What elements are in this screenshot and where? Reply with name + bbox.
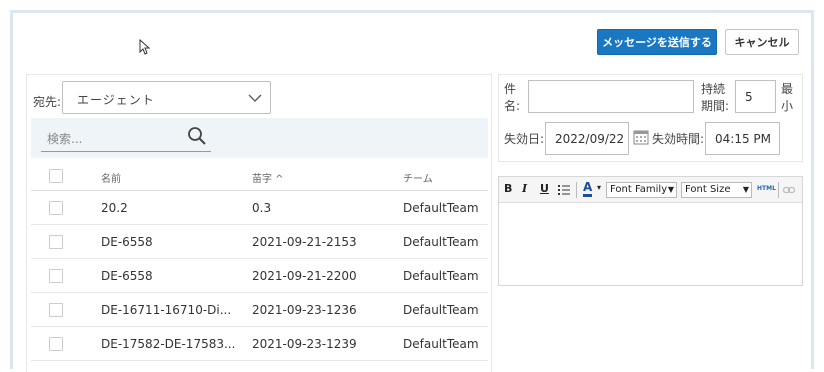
row-checkbox[interactable]: [49, 201, 63, 215]
table-row[interactable]: DE-6558 2021-09-21-2200 DefaultTeam: [31, 259, 488, 293]
column-header-name[interactable]: 名前: [101, 170, 121, 185]
list-icon[interactable]: [558, 184, 570, 196]
expiry-time-value: 04:15 PM: [715, 132, 771, 146]
table-row[interactable]: 20.2 0.3 DefaultTeam: [31, 191, 488, 225]
minutes-label-line2: 小: [781, 99, 794, 113]
cell-team: DefaultTeam: [403, 303, 479, 317]
cell-surname: 2021-09-23-1236: [252, 303, 357, 317]
calendar-icon[interactable]: [633, 129, 649, 145]
expiry-time-label: 失効時間:: [652, 132, 705, 146]
search-icon[interactable]: [187, 126, 207, 146]
cell-surname: 2021-09-23-1239: [252, 337, 357, 351]
cancel-button[interactable]: キャンセル: [725, 29, 799, 55]
send-message-button[interactable]: メッセージを送信する: [597, 29, 717, 55]
recipient-select-value: エージェント: [77, 93, 155, 107]
message-settings-panel: 件 名: 持続 期間: 5 最 小 失効日: 2022/09/22 失効時間: …: [498, 74, 803, 162]
cell-surname: 2021-09-21-2153: [252, 235, 357, 249]
cell-team: DefaultTeam: [403, 201, 479, 215]
font-size-select[interactable]: Font Size ▼: [681, 182, 752, 198]
table-header: 名前 苗字 ^ チーム: [31, 161, 488, 191]
font-family-value: Font Family: [610, 184, 668, 195]
column-header-surname[interactable]: 苗字 ^: [252, 170, 284, 185]
cell-team: DefaultTeam: [403, 269, 479, 283]
italic-button[interactable]: I: [522, 182, 527, 195]
expiry-time-input[interactable]: 04:15 PM: [705, 122, 780, 155]
chevron-down-icon: ▼: [742, 185, 749, 194]
font-size-value: Font Size: [685, 184, 731, 195]
row-checkbox[interactable]: [49, 337, 63, 351]
row-checkbox[interactable]: [49, 235, 63, 249]
minutes-label-line1: 最: [781, 82, 794, 96]
row-checkbox[interactable]: [49, 303, 63, 317]
search-placeholder: 検索...: [47, 132, 83, 146]
subject-input[interactable]: [528, 80, 694, 113]
message-editor: B I U A ▾ Font Family ▼ Font Size ▼ HTML: [498, 176, 803, 286]
cell-name: DE-16711-16710-Di...: [101, 303, 232, 317]
recipient-panel: 宛先: エージェント 検索... 名前 苗字 ^ チーム 20.2 0.3 De…: [26, 74, 492, 372]
html-view-button[interactable]: HTML: [757, 185, 776, 192]
cell-name: DE-17582-DE-17583...: [101, 337, 236, 351]
recipient-label: 宛先:: [33, 95, 62, 109]
font-color-button[interactable]: A: [583, 180, 593, 197]
search-bar: 検索...: [31, 118, 488, 158]
subject-label-line2: 名:: [504, 99, 521, 113]
subject-label-line1: 件: [504, 82, 517, 96]
duration-label-line1: 持続: [701, 82, 726, 96]
column-header-team[interactable]: チーム: [403, 170, 433, 185]
table-row[interactable]: DE-17582-DE-17583... 2021-09-23-1239 Def…: [31, 327, 488, 361]
expiry-date-value: 2022/09/22: [555, 132, 625, 146]
message-dialog: メッセージを送信する キャンセル 宛先: エージェント 検索... 名前 苗字 …: [10, 10, 814, 372]
font-family-select[interactable]: Font Family ▼: [606, 182, 677, 198]
agent-table: 名前 苗字 ^ チーム 20.2 0.3 DefaultTeam DE-6558…: [31, 161, 488, 361]
cell-name: DE-6558: [101, 269, 153, 283]
duration-value: 5: [745, 90, 753, 104]
cell-team: DefaultTeam: [403, 337, 479, 351]
cell-name: DE-6558: [101, 235, 153, 249]
chevron-down-icon: [248, 94, 262, 102]
cell-surname: 0.3: [252, 201, 272, 215]
link-icon[interactable]: [783, 185, 795, 195]
search-input[interactable]: 検索...: [41, 122, 211, 152]
editor-toolbar: B I U A ▾ Font Family ▼ Font Size ▼ HTML: [499, 177, 802, 203]
font-color-dropdown-icon[interactable]: ▾: [597, 183, 601, 192]
bold-button[interactable]: B: [504, 182, 512, 195]
select-all-checkbox[interactable]: [49, 169, 63, 183]
underline-button[interactable]: U: [540, 182, 549, 195]
mouse-cursor-icon: [139, 39, 151, 55]
duration-input[interactable]: 5: [735, 80, 776, 113]
cell-team: DefaultTeam: [403, 235, 479, 249]
toolbar-divider: [778, 182, 779, 198]
recipient-select[interactable]: エージェント: [62, 81, 271, 114]
row-checkbox[interactable]: [49, 269, 63, 283]
table-row[interactable]: DE-6558 2021-09-21-2153 DefaultTeam: [31, 225, 488, 259]
expiry-date-input[interactable]: 2022/09/22: [545, 122, 629, 155]
table-row[interactable]: DE-16711-16710-Di... 2021-09-23-1236 Def…: [31, 293, 488, 327]
expiry-date-label: 失効日:: [504, 132, 545, 146]
cell-name: 20.2: [101, 201, 128, 215]
toolbar-divider: [576, 182, 577, 198]
chevron-down-icon: ▼: [667, 185, 674, 194]
cell-surname: 2021-09-21-2200: [252, 269, 357, 283]
duration-label-line2: 期間:: [701, 99, 730, 113]
